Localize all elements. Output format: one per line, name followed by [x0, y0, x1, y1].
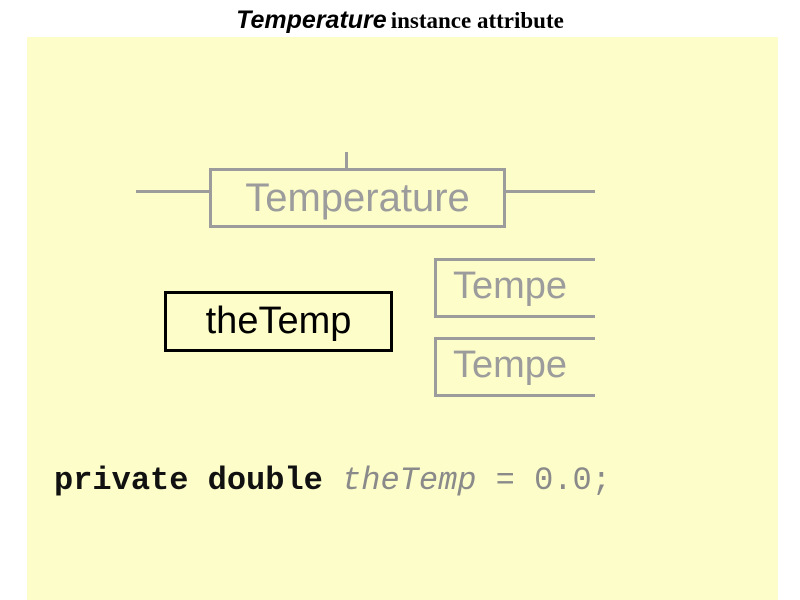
right-connector-line — [506, 190, 595, 193]
top-connector-line — [345, 152, 348, 169]
title-emphasis: Temperature — [236, 6, 387, 34]
partial-box-2: Tempe — [434, 337, 595, 397]
code-assignment: = 0.0; — [495, 462, 611, 499]
partial-box-1: Tempe — [434, 258, 595, 318]
left-connector-line — [136, 190, 209, 193]
title-rest: instance attribute — [390, 8, 564, 33]
slide-title: Temperature instance attribute — [0, 4, 800, 36]
slide-canvas: Temperature theTemp Tempe Tempe private … — [27, 37, 778, 600]
code-keywords: private double — [54, 462, 323, 499]
object-box: theTemp — [164, 291, 393, 352]
code-line: private double theTemp = 0.0; — [54, 461, 611, 501]
code-variable: theTemp — [342, 462, 477, 499]
class-box: Temperature — [209, 168, 506, 228]
